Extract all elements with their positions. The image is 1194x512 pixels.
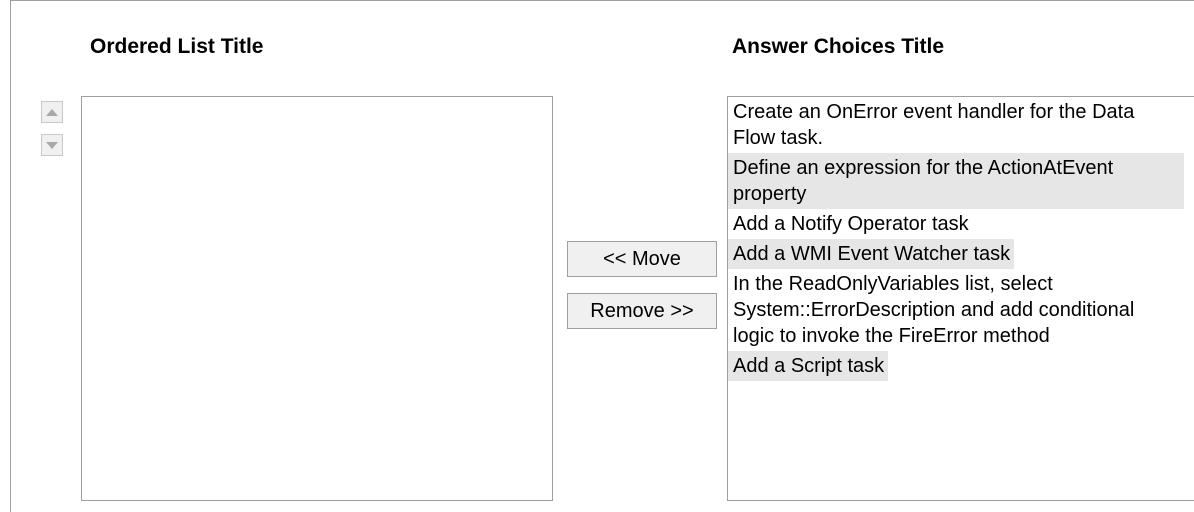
answer-choice-item[interactable]: Add a Notify Operator task	[728, 209, 973, 239]
answer-choice-item[interactable]: Define an expression for the ActionAtEve…	[728, 153, 1184, 209]
answer-choice-item[interactable]: In the ReadOnlyVariables list, select Sy…	[728, 269, 1184, 351]
move-up-button[interactable]	[41, 101, 63, 123]
answer-choices-title: Answer Choices Title	[732, 35, 945, 58]
answer-choices-list[interactable]: Create an OnError event handler for the …	[727, 96, 1194, 501]
move-down-button[interactable]	[41, 134, 63, 156]
answer-choice-item[interactable]: Create an OnError event handler for the …	[728, 97, 1184, 153]
remove-button[interactable]: Remove >>	[567, 293, 717, 329]
answer-choice-item[interactable]: Add a Script task	[728, 351, 889, 381]
ordered-list-box[interactable]	[81, 96, 553, 501]
move-button[interactable]: << Move	[567, 241, 717, 277]
ordered-list-title: Ordered List Title	[90, 35, 264, 58]
ordering-question-panel: Ordered List Title Answer Choices Title …	[10, 0, 1194, 512]
triangle-up-icon	[46, 108, 58, 116]
answer-choice-item[interactable]: Add a WMI Event Watcher task	[728, 239, 1015, 269]
triangle-down-icon	[46, 141, 58, 149]
